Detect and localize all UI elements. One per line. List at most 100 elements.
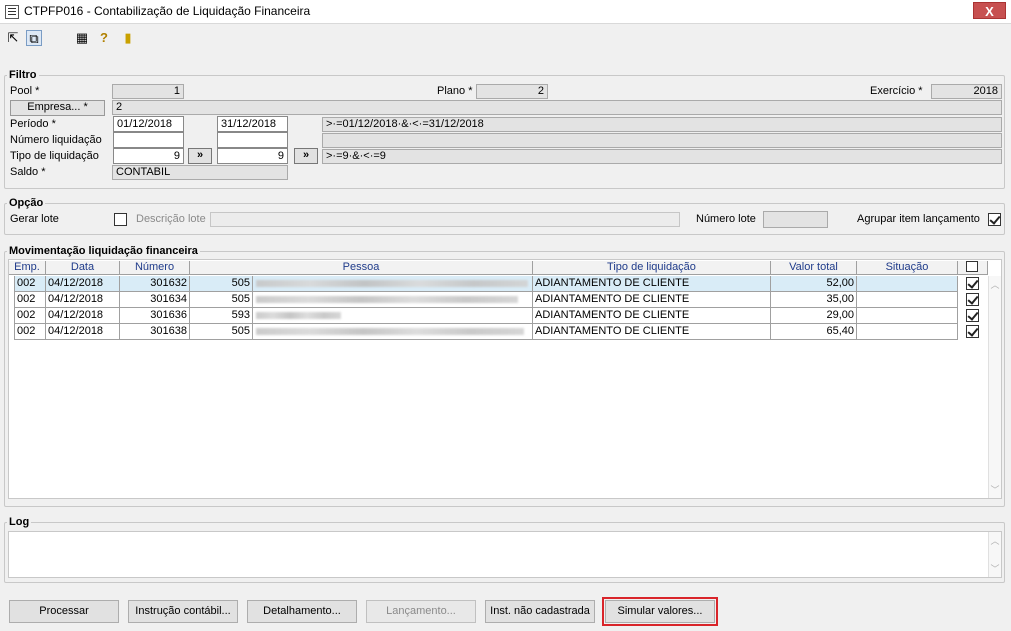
cell-pessoa-name [253,308,533,324]
gerar-lote-label: Gerar lote [10,213,59,225]
cell-situacao [857,276,958,292]
exercicio-field: 2018 [931,84,1002,99]
col-header-tipo[interactable]: Tipo de liquidação [533,261,771,275]
tipo-expression: >·=9·&·<·=9 [322,149,1002,164]
saldo-label: Saldo * [10,166,46,178]
cell-emp: 002 [14,276,46,292]
col-header-valor[interactable]: Valor total [771,261,857,275]
cell-pessoa-code: 593 [190,308,253,324]
cell-pessoa-code: 505 [190,292,253,308]
cell-pessoa-name [253,276,533,292]
row-checkbox[interactable] [966,309,979,322]
descricao-lote-field [210,212,680,227]
cell-emp: 002 [14,308,46,324]
redacted-name [256,312,341,319]
cell-emp: 002 [14,324,46,340]
cell-data: 04/12/2018 [46,276,120,292]
plano-field: 2 [476,84,548,99]
col-header-emp[interactable]: Emp. [9,261,46,275]
cell-data: 04/12/2018 [46,292,120,308]
cell-valor: 52,00 [771,276,857,292]
log-scrollbar[interactable]: ︿ ﹀ [988,532,1001,577]
scroll-down-icon[interactable]: ﹀ [989,562,1001,575]
cell-tipo: ADIANTAMENTO DE CLIENTE [533,308,771,324]
col-header-pessoa[interactable]: Pessoa [190,261,533,275]
log-legend: Log [9,516,30,528]
col-header-data[interactable]: Data [46,261,120,275]
opcao-legend: Opção [9,197,44,209]
log-textarea[interactable] [8,531,1002,578]
cell-valor: 29,00 [771,308,857,324]
movimentacao-legend: Movimentação liquidação financeira [9,245,198,257]
app-icon [5,5,19,19]
numero-from-input[interactable] [113,132,184,148]
periodo-label: Período * [10,118,56,130]
cell-numero: 301634 [120,292,190,308]
scroll-down-icon[interactable]: ﹀ [989,483,1001,496]
row-checkbox[interactable] [966,325,979,338]
col-header-select[interactable] [958,261,988,275]
cell-situacao [857,292,958,308]
periodo-to-input[interactable]: 31/12/2018 [217,116,288,132]
select-all-checkbox[interactable] [966,261,978,272]
cell-pessoa-code: 505 [190,324,253,340]
tipo-liquidacao-label: Tipo de liquidação [10,150,99,162]
cell-numero: 301638 [120,324,190,340]
scroll-up-icon[interactable]: ︿ [989,278,1001,291]
cell-tipo: ADIANTAMENTO DE CLIENTE [533,276,771,292]
detalhamento-button[interactable]: Detalhamento... [247,600,357,623]
redacted-name [256,280,528,287]
numero-liquidacao-label: Número liquidação [10,134,102,146]
tipo-to-more-button[interactable]: » [294,148,318,164]
lancamento-button: Lançamento... [366,600,476,623]
arrow-icon[interactable]: ⇱ [5,30,21,46]
cell-pessoa-name [253,324,533,340]
cell-tipo: ADIANTAMENTO DE CLIENTE [533,292,771,308]
exit-door-icon[interactable]: ▮ [120,30,136,46]
help-icon[interactable]: ? [96,30,112,46]
empresa-button[interactable]: Empresa... * [10,100,105,116]
numero-expression [322,133,1002,148]
tipo-from-input[interactable]: 9 [113,148,184,164]
cell-tipo: ADIANTAMENTO DE CLIENTE [533,324,771,340]
agrupar-item-label: Agrupar item lançamento [857,213,980,225]
numero-to-input[interactable] [217,132,288,148]
redacted-name [256,296,518,303]
instrucao-contabil-button[interactable]: Instrução contábil... [128,600,238,623]
cell-pessoa-code: 505 [190,276,253,292]
saldo-field[interactable]: CONTABIL [112,165,288,180]
empresa-field: 2 [112,100,1002,115]
scroll-up-icon[interactable]: ︿ [989,534,1001,547]
tipo-to-input[interactable]: 9 [217,148,288,164]
cell-numero: 301632 [120,276,190,292]
col-header-numero[interactable]: Número [120,261,190,275]
cell-data: 04/12/2018 [46,308,120,324]
periodo-from-input[interactable]: 01/12/2018 [113,116,184,132]
cell-valor: 35,00 [771,292,857,308]
pool-label: Pool * [10,85,40,97]
copy-icon[interactable]: ⧉ [26,30,42,46]
title-bar: CTPFP016 - Contabilização de Liquidação … [0,0,1011,24]
redacted-name [256,328,524,335]
cell-valor: 65,40 [771,324,857,340]
row-checkbox[interactable] [966,277,979,290]
grid-scrollbar[interactable]: ︿ ﹀ [988,276,1001,498]
cell-pessoa-name [253,292,533,308]
col-header-situacao[interactable]: Situação [857,261,958,275]
cell-situacao [857,308,958,324]
tipo-from-more-button[interactable]: » [188,148,212,164]
cell-situacao [857,324,958,340]
grid-icon[interactable]: ▦ [74,30,90,46]
cell-data: 04/12/2018 [46,324,120,340]
agrupar-item-checkbox[interactable] [988,213,1001,226]
close-button[interactable]: X [973,2,1006,19]
cell-emp: 002 [14,292,46,308]
inst-nao-cadastrada-button[interactable]: Inst. não cadastrada [485,600,595,623]
window-title: CTPFP016 - Contabilização de Liquidação … [24,4,311,18]
filtro-legend: Filtro [9,69,37,81]
gerar-lote-checkbox[interactable] [114,213,127,226]
row-checkbox[interactable] [966,293,979,306]
processar-button[interactable]: Processar [9,600,119,623]
exercicio-label: Exercício * [870,85,923,97]
pool-field: 1 [112,84,184,99]
